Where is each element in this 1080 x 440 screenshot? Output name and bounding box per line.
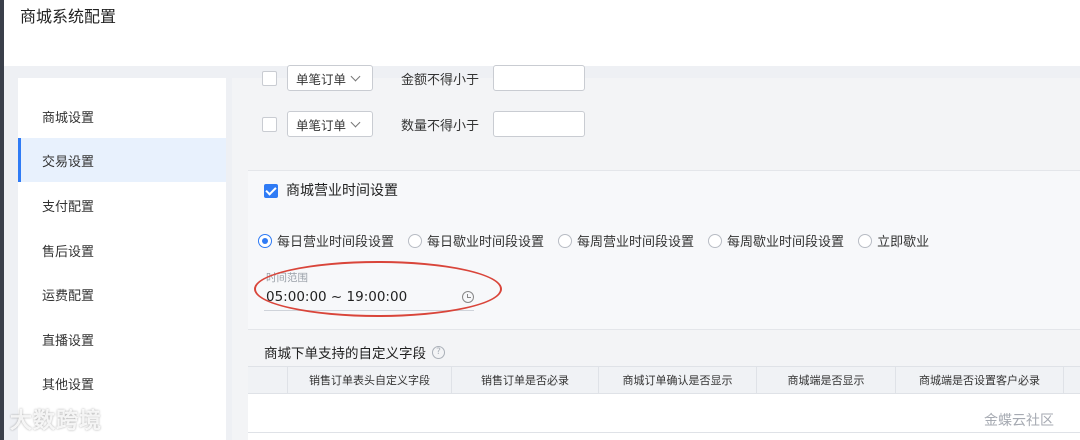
- radio-button: [558, 233, 573, 248]
- radio-button: [258, 233, 272, 248]
- order-amount-label: 金额不得小于: [401, 72, 480, 88]
- page-title: 商城系统配置: [20, 7, 117, 26]
- table-divider: [248, 432, 1080, 433]
- business-hours-title: 商城营业时间设置: [286, 183, 398, 199]
- radio-label: 每周营业时间段设置: [577, 235, 695, 250]
- order-amount-input[interactable]: [493, 65, 585, 91]
- table-header: 销售订单表头自定义字段 销售订单是否必录 商城订单确认是否显示 商城端是否显示 …: [248, 366, 1080, 394]
- sidebar-item-other-settings[interactable]: 其他设置: [18, 361, 226, 405]
- radio-weekly-closed[interactable]: 每周歇业时间段设置: [708, 231, 844, 250]
- radio-button: [708, 233, 723, 248]
- question-circle-icon[interactable]: ?: [432, 345, 445, 359]
- table-header-cell: 销售订单是否必录: [452, 367, 599, 393]
- table-header-cell: 商城端是否设置客户必录: [896, 367, 1064, 393]
- business-hours-checkbox[interactable]: [264, 184, 278, 198]
- radio-close-now[interactable]: 立即歇业: [858, 231, 929, 250]
- settings-sidebar: 商城设置 交易设置 支付配置 售后设置 运费配置 直播设置 其他设置: [18, 78, 226, 440]
- radio-button: [858, 233, 873, 248]
- radio-label: 每周歇业时间段设置: [727, 235, 845, 250]
- settings-main-panel: 单笔订单 金额不得小于 单笔订单 数量不得小于 商城营业时间设置 每日营业时间段…: [232, 65, 1080, 440]
- page-header: 商城系统配置: [4, 0, 1080, 66]
- highlight-ellipse-annotation: [254, 261, 502, 317]
- sidebar-item-shipping-config[interactable]: 运费配置: [18, 272, 226, 316]
- radio-weekly-open[interactable]: 每周营业时间段设置: [558, 231, 694, 250]
- business-hours-mode-group: 每日营业时间段设置 每日歇业时间段设置 每周营业时间段设置 每周歇业时间段设置 …: [258, 231, 943, 250]
- sidebar-item-live-settings[interactable]: 直播设置: [18, 317, 226, 361]
- watermark-left: 大数跨境: [10, 409, 103, 434]
- sidebar-item-mall-settings[interactable]: 商城设置: [18, 94, 226, 138]
- radio-label: 每日营业时间段设置: [277, 235, 395, 250]
- watermark-right: 金蝶云社区: [984, 413, 1054, 429]
- app-left-strip: [0, 0, 4, 440]
- order-amount-limit-row: 单笔订单 金额不得小于: [262, 64, 585, 92]
- table-header-cell: 商城端是否显示: [757, 367, 896, 393]
- sidebar-item-payment-config[interactable]: 支付配置: [18, 183, 226, 227]
- sidebar-item-after-sales[interactable]: 售后设置: [18, 228, 226, 272]
- order-quantity-scope-value: 单笔订单: [296, 117, 347, 133]
- order-quantity-limit-row: 单笔订单 数量不得小于: [262, 110, 585, 138]
- custom-fields-section: 商城下单支持的自定义字段 ?: [264, 342, 445, 362]
- radio-label: 立即歇业: [877, 235, 930, 250]
- sidebar-item-trade-settings[interactable]: 交易设置: [18, 138, 226, 182]
- order-quantity-input[interactable]: [493, 111, 585, 137]
- radio-button: [408, 233, 423, 248]
- order-amount-scope-value: 单笔订单: [296, 71, 347, 87]
- radio-label: 每日歇业时间段设置: [427, 235, 545, 250]
- order-amount-checkbox[interactable]: [262, 70, 277, 86]
- order-amount-scope-select[interactable]: 单笔订单: [287, 65, 373, 91]
- order-quantity-scope-select[interactable]: 单笔订单: [287, 111, 373, 137]
- chevron-down-icon: [350, 71, 361, 81]
- table-header-cell: 商城订单确认是否显示: [599, 367, 757, 393]
- order-quantity-checkbox[interactable]: [262, 116, 277, 132]
- chevron-down-icon: [350, 117, 361, 127]
- radio-daily-open[interactable]: 每日营业时间段设置: [258, 231, 394, 250]
- custom-fields-table: 销售订单表头自定义字段 销售订单是否必录 商城订单确认是否显示 商城端是否显示 …: [248, 366, 1080, 440]
- radio-daily-closed[interactable]: 每日歇业时间段设置: [408, 231, 544, 250]
- custom-fields-title: 商城下单支持的自定义字段: [264, 346, 426, 362]
- table-header-cell: 销售订单表头自定义字段: [288, 367, 452, 393]
- table-header-cell: [248, 367, 288, 393]
- order-quantity-label: 数量不得小于: [401, 118, 480, 134]
